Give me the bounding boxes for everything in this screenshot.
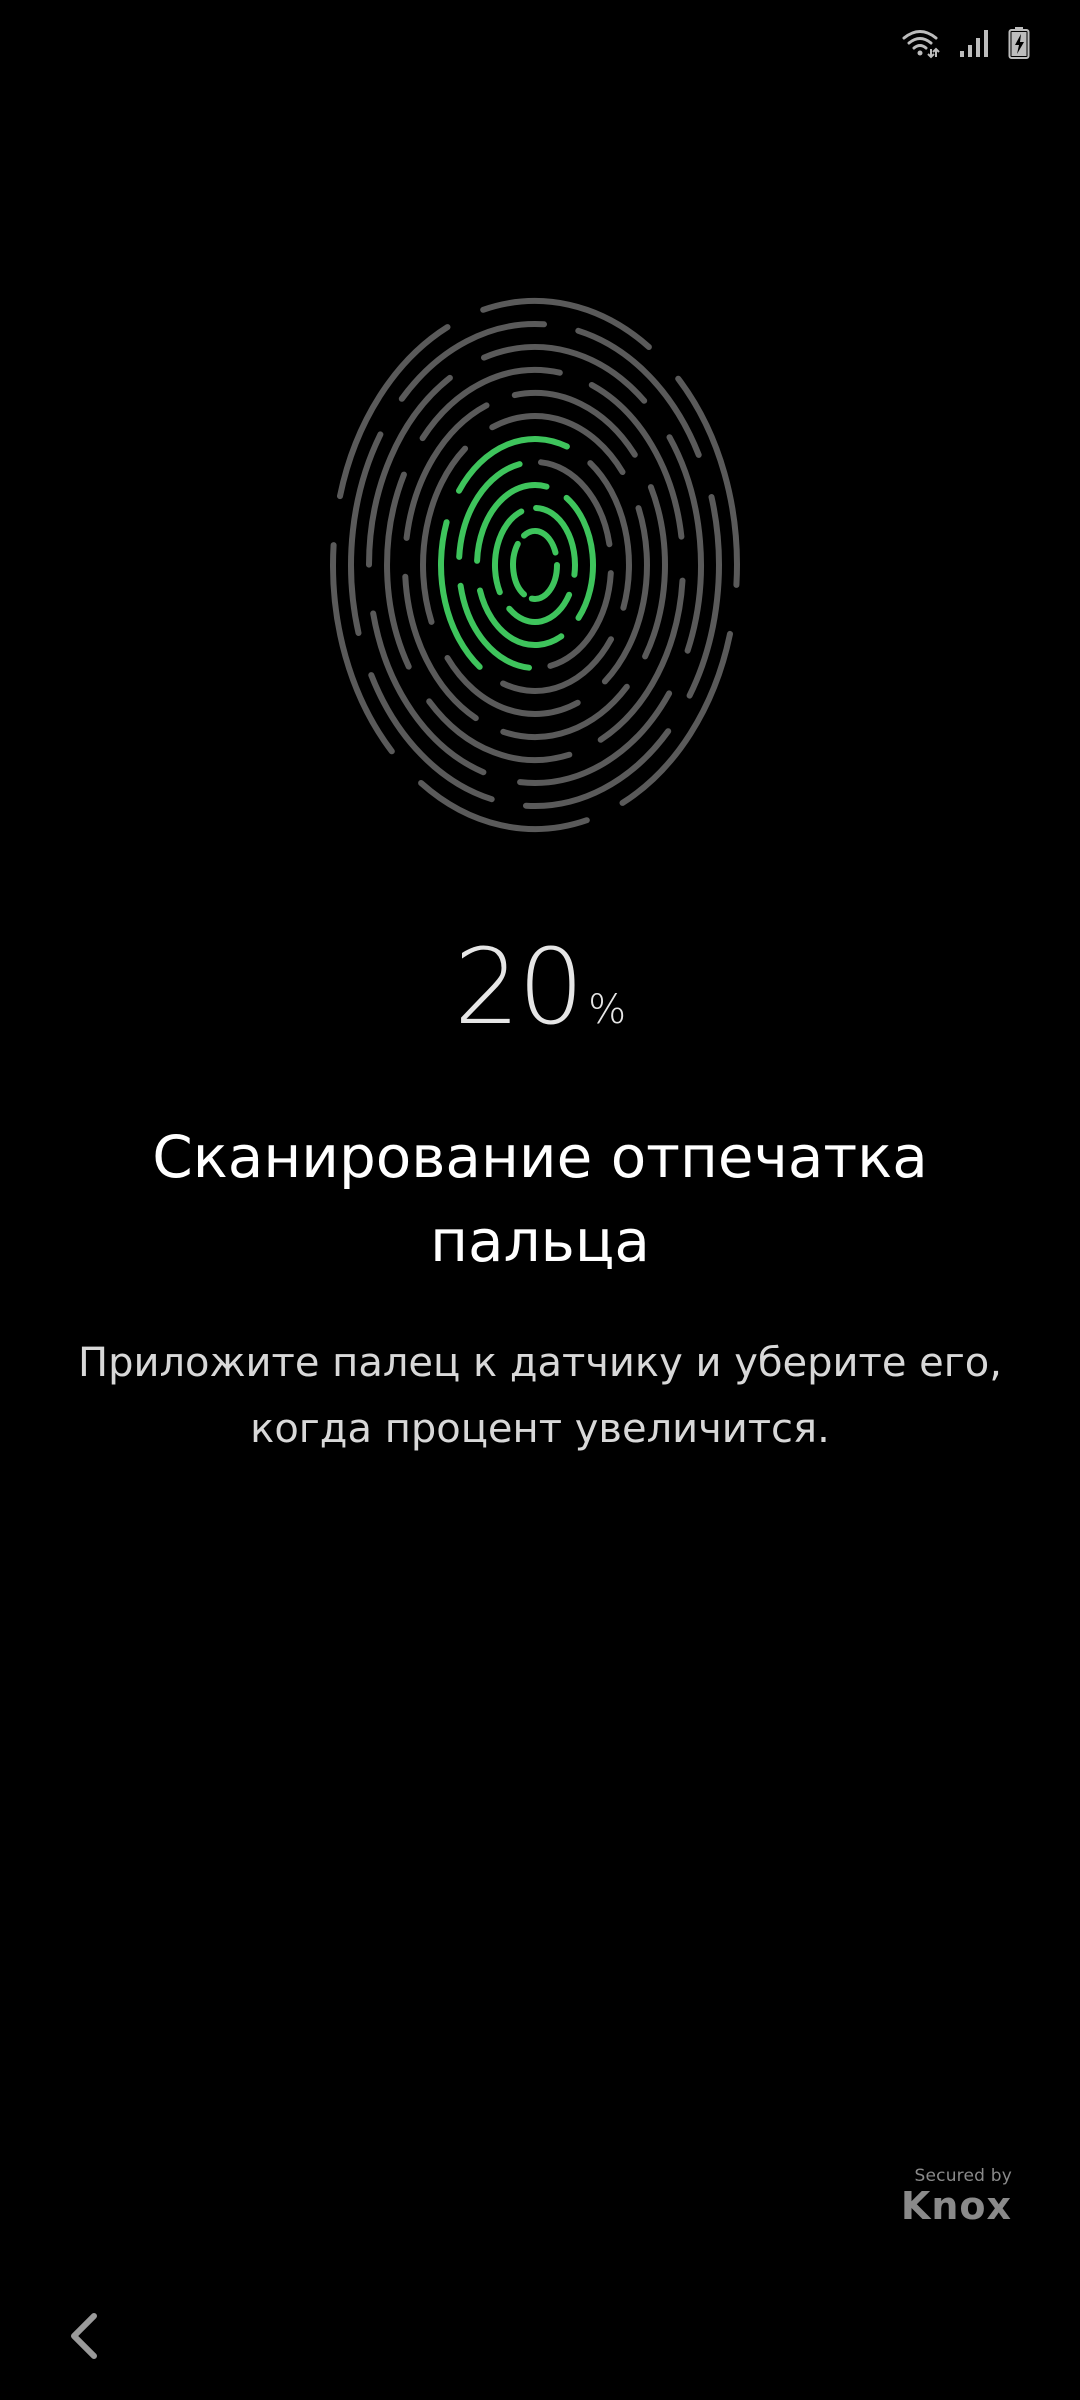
back-button[interactable]	[48, 2300, 120, 2372]
chevron-left-icon	[71, 2313, 97, 2359]
fingerprint-icon	[330, 290, 750, 850]
page-title: Сканирование отпечатка пальца	[152, 1123, 928, 1275]
fingerprint-ridge	[528, 562, 560, 602]
battery-charging-icon	[1008, 27, 1030, 59]
fingerprint-ridge	[686, 494, 722, 699]
fingerprint-ridge	[563, 494, 596, 621]
progress-indicator: 20%	[0, 935, 1080, 1039]
wifi-icon	[902, 30, 940, 59]
secured-by-label: Secured by	[914, 2166, 1012, 2186]
instruction-text: Приложите палец к датчику и уберите его,…	[78, 1340, 1002, 1452]
signal-icon	[960, 30, 988, 57]
fingerprint-ridge	[384, 471, 412, 670]
fingerprint-ridge	[588, 382, 685, 540]
fingerprint-ridge	[348, 431, 384, 636]
fingerprint-ridge	[619, 630, 733, 806]
knox-badge: Secured by Knox	[900, 2166, 1012, 2228]
knox-logo: Knox	[900, 2184, 1012, 2228]
progress-unit: %	[588, 987, 627, 1033]
status-bar	[900, 18, 1030, 68]
fingerprint-ridge	[521, 528, 559, 556]
fingerprint-ridge	[666, 434, 704, 654]
fingerprint-graphic	[330, 297, 740, 833]
progress-value: 20	[453, 926, 584, 1048]
fingerprint-ridge	[510, 540, 527, 598]
fingerprint-ridge	[474, 482, 550, 564]
fingerprint-ridge	[337, 324, 451, 500]
